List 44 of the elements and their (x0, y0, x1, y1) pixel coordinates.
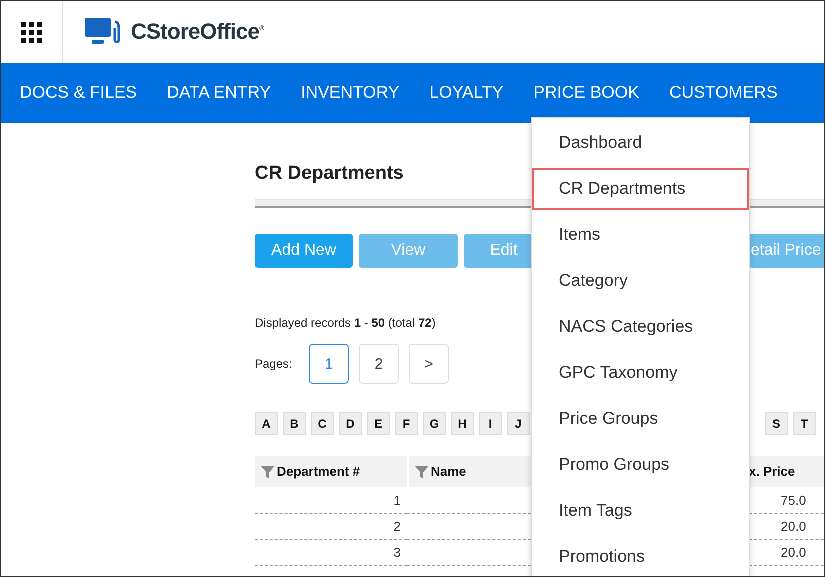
table-cell: 3 (255, 540, 407, 566)
menu-item[interactable]: Price Groups (532, 398, 749, 440)
column-header[interactable]: x. Price (749, 456, 824, 487)
letter-filter[interactable]: H (451, 412, 474, 435)
table-cell: 1 (255, 488, 407, 514)
letter-filter[interactable]: B (283, 412, 306, 435)
letter-filter[interactable]: S (765, 412, 788, 435)
menu-item[interactable]: GPC Taxonomy (532, 352, 749, 394)
letter-filter[interactable]: E (367, 412, 390, 435)
letter-filter[interactable]: F (395, 412, 418, 435)
letter-filter[interactable]: D (339, 412, 362, 435)
pages-label: Pages: (255, 357, 294, 371)
column-header[interactable]: Name (409, 456, 531, 487)
nav-item[interactable]: LOYALTY (430, 83, 504, 103)
filter-icon[interactable] (261, 464, 275, 478)
page-button[interactable]: 1 (309, 344, 349, 384)
letter-filter[interactable]: J (507, 412, 530, 435)
table-cell: 2 (255, 514, 407, 540)
menu-item[interactable]: Items (532, 214, 749, 256)
menu-item[interactable]: Promo Groups (532, 444, 749, 486)
menu-item[interactable]: NACS Categories (532, 306, 749, 348)
letter-filter[interactable]: C (311, 412, 334, 435)
menu-item[interactable]: CR Departments (532, 168, 749, 210)
letter-filter[interactable]: T (793, 412, 816, 435)
letter-filter[interactable]: G (423, 412, 446, 435)
nav-item[interactable]: DOCS & FILES (20, 83, 138, 103)
page-button[interactable]: 2 (359, 344, 399, 384)
nav-item[interactable]: CUSTOMERS (669, 83, 778, 103)
page-button[interactable]: > (409, 344, 449, 384)
column-header[interactable]: Department # (255, 456, 407, 487)
filter-icon[interactable] (415, 464, 429, 478)
menu-item[interactable]: Promotions (532, 536, 749, 576)
nav-item[interactable]: INVENTORY (301, 83, 400, 103)
brand-name: CStoreOffice$^{®}$ (131, 19, 264, 45)
page-title: CR Departments (255, 163, 404, 186)
menu-item[interactable]: Item Tags (532, 490, 749, 532)
letter-filter[interactable]: I (479, 412, 502, 435)
nav-item[interactable]: PRICE BOOK (534, 83, 640, 103)
records-summary: Displayed records 1 - 50 (total 72) (255, 316, 436, 330)
menu-item[interactable]: Dashboard (532, 122, 749, 164)
letter-filter[interactable]: A (255, 412, 278, 435)
menu-item[interactable]: Category (532, 260, 749, 302)
nav-item[interactable]: DATA ENTRY (167, 83, 272, 103)
apps-grid-icon[interactable] (21, 22, 42, 42)
